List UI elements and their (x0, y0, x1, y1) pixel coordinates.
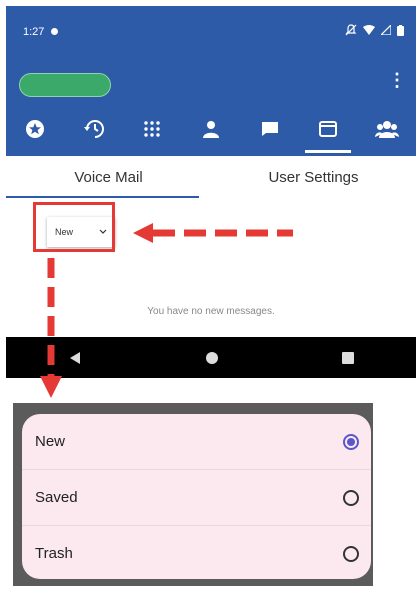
empty-state-message: You have no new messages. (147, 306, 275, 317)
recents-icon[interactable] (65, 111, 124, 147)
status-icons (345, 24, 404, 36)
app-bar: ⋮ (6, 56, 416, 156)
tab-bar: Voice Mail User Settings (6, 156, 416, 198)
pointer-arrow-left (133, 223, 293, 243)
overview-icon[interactable] (342, 351, 355, 364)
dialpad-icon[interactable] (123, 111, 182, 147)
radio-unselected-icon[interactable] (343, 545, 359, 562)
notification-dot-icon (51, 28, 58, 35)
android-nav-bar (6, 337, 416, 378)
battery-icon (397, 24, 404, 36)
filter-highlight-box (33, 202, 115, 252)
phone-screen: 1:27 ⋮ Voice Mail User Settings New You … (6, 6, 416, 378)
tab-voice-mail[interactable]: Voice Mail (6, 156, 211, 198)
back-icon[interactable] (68, 351, 82, 365)
status-bar: 1:27 (6, 6, 416, 56)
option-new[interactable]: New (22, 414, 371, 470)
mute-icon (345, 24, 357, 36)
option-trash[interactable]: Trash (22, 526, 371, 579)
radio-unselected-icon[interactable] (343, 489, 359, 506)
home-icon[interactable] (205, 351, 219, 365)
wifi-icon (363, 25, 375, 35)
main-navigation (6, 111, 416, 153)
favorites-icon[interactable] (6, 111, 65, 147)
account-badge[interactable] (19, 73, 111, 97)
pointer-arrow-down (40, 258, 62, 398)
groups-icon[interactable] (357, 111, 416, 147)
signal-icon (381, 25, 391, 35)
option-label: Saved (35, 489, 78, 506)
option-saved[interactable]: Saved (22, 470, 371, 526)
tab-user-settings[interactable]: User Settings (211, 156, 416, 198)
chat-icon[interactable] (240, 111, 299, 147)
voicemail-icon[interactable] (299, 111, 358, 153)
radio-selected-icon[interactable] (343, 433, 359, 450)
status-time: 1:27 (23, 26, 45, 38)
filter-options-sheet: New Saved Trash (22, 414, 371, 579)
overflow-menu-icon[interactable]: ⋮ (388, 70, 406, 91)
option-label: Trash (35, 545, 73, 562)
contacts-icon[interactable] (182, 111, 241, 147)
option-label: New (35, 433, 66, 450)
